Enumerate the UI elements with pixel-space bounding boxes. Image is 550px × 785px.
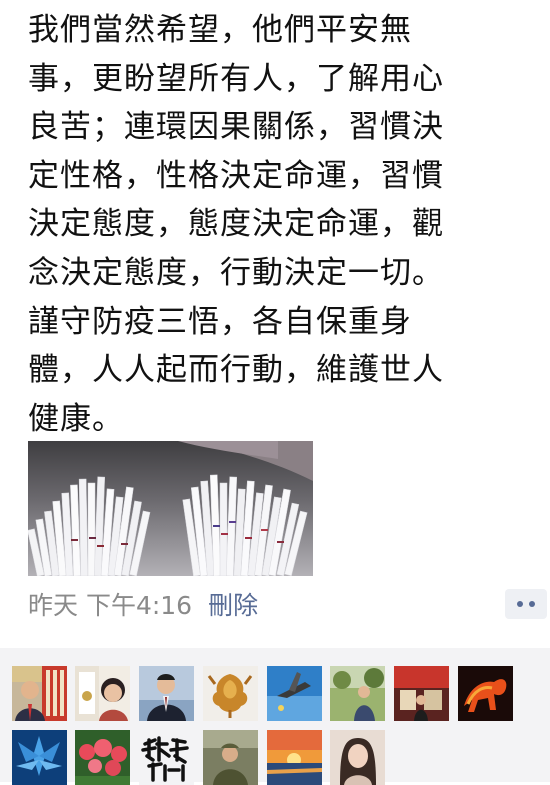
post-text: 我們當然希望，他們平安無 事，更盼望所有人，了解用心 良苦；連環因果關係，習慣決… — [28, 12, 444, 437]
post-meta: 昨天 下午4:16 刪除 — [28, 586, 258, 622]
liker-avatar-8[interactable] — [458, 666, 513, 721]
liker-avatar-4[interactable] — [203, 666, 258, 721]
liker-avatar-13[interactable] — [267, 730, 322, 785]
avatar-11-icon — [139, 730, 194, 785]
liker-avatar-12[interactable] — [203, 730, 258, 785]
liker-avatar-2[interactable] — [75, 666, 130, 721]
rapid-test-strips-icon — [28, 441, 313, 576]
liker-avatar-6[interactable] — [330, 666, 385, 721]
liker-avatar-14[interactable] — [330, 730, 385, 785]
liker-avatar-9[interactable] — [12, 730, 67, 785]
avatar-5-icon — [267, 666, 322, 721]
more-options-button[interactable] — [505, 589, 547, 619]
delete-link[interactable]: 刪除 — [208, 586, 258, 622]
liker-avatar-10[interactable] — [75, 730, 130, 785]
liker-avatar-5[interactable] — [267, 666, 322, 721]
post-image[interactable] — [28, 441, 313, 576]
avatar-13-icon — [267, 730, 322, 785]
avatar-3-icon — [139, 666, 194, 721]
avatar-9-icon — [12, 730, 67, 785]
avatar-4-icon — [203, 666, 258, 721]
avatar-12-icon — [203, 730, 258, 785]
more-dots-icon — [517, 601, 523, 607]
avatar-2-icon — [75, 666, 130, 721]
avatar-14-icon — [330, 730, 385, 785]
avatar-8-icon — [458, 666, 513, 721]
liker-avatar-7[interactable] — [394, 666, 449, 721]
more-dots-icon — [529, 601, 535, 607]
likes-panel — [0, 648, 550, 785]
post-timestamp: 昨天 下午4:16 — [28, 591, 193, 620]
moment-post: 我們當然希望，他們平安無 事，更盼望所有人，了解用心 良苦；連環因果關係，習慣決… — [0, 0, 550, 648]
liker-avatar-11[interactable] — [139, 730, 194, 785]
avatar-7-icon — [394, 666, 449, 721]
liker-avatar-1[interactable] — [12, 666, 67, 721]
avatar-6-icon — [330, 666, 385, 721]
avatar-1-icon — [12, 666, 67, 721]
avatar-10-icon — [75, 730, 130, 785]
liker-avatar-3[interactable] — [139, 666, 194, 721]
